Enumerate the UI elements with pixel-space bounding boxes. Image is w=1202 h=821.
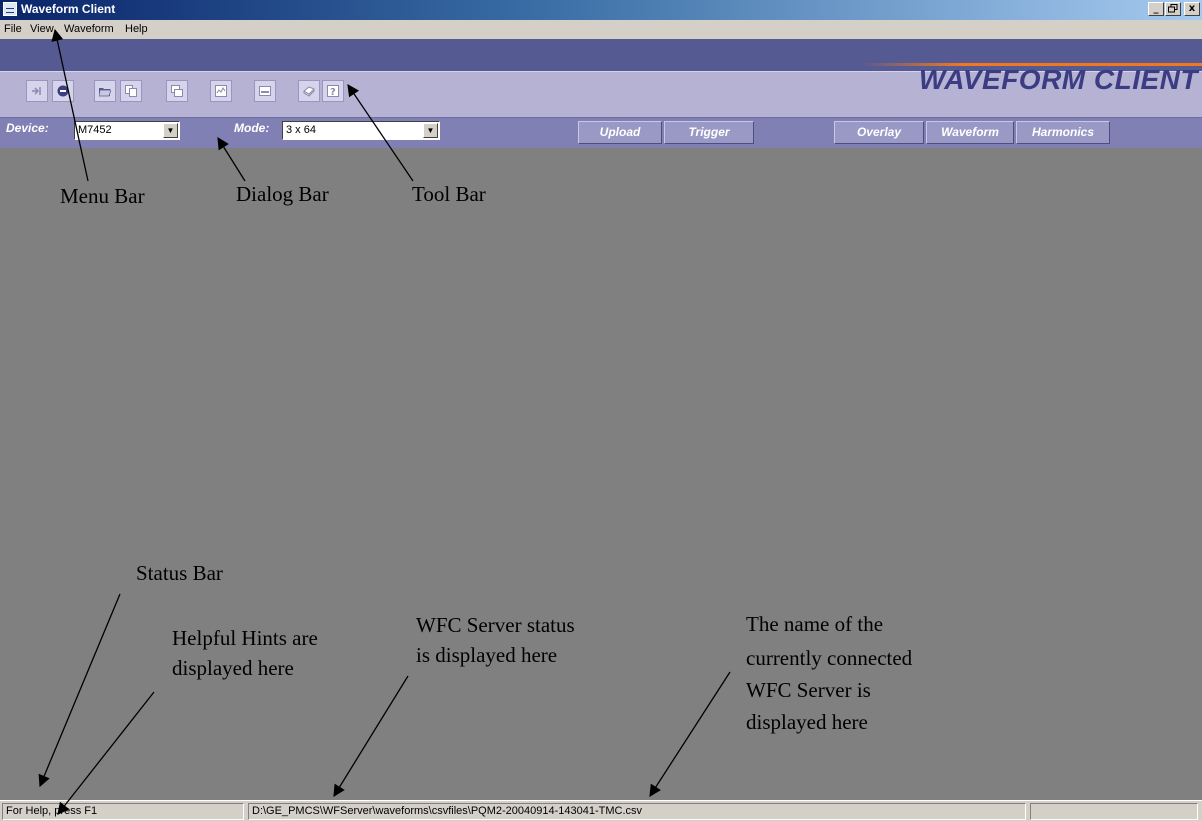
hints-annotation-line2: displayed here	[172, 656, 294, 680]
server-status-arrow	[333, 675, 409, 798]
annotation-arrows	[38, 28, 731, 815]
tool-bar-annotation: Tool Bar	[412, 182, 486, 206]
server-name-annotation-line2: currently connected	[746, 646, 913, 670]
hints-arrow	[57, 691, 155, 815]
server-name-annotation-line1: The name of the	[746, 612, 884, 636]
server-name-annotation-line3: WFC Server is	[746, 678, 871, 702]
server-status-annotation-line2: is displayed here	[416, 643, 558, 667]
hints-annotation-line1: Helpful Hints are	[172, 626, 318, 650]
server-status-annotation-line1: WFC Server status	[416, 613, 575, 637]
status-bar-arrow	[38, 593, 121, 788]
server-name-arrow	[649, 671, 731, 798]
dialog-bar-arrow	[217, 136, 246, 182]
tool-bar-arrow	[347, 84, 414, 182]
server-name-annotation-line4: displayed here	[746, 710, 868, 734]
menu-bar-arrow	[51, 28, 89, 182]
menu-bar-annotation: Menu Bar	[60, 184, 145, 208]
dialog-bar-annotation: Dialog Bar	[236, 182, 329, 206]
status-bar-annotation: Status Bar	[136, 561, 223, 585]
